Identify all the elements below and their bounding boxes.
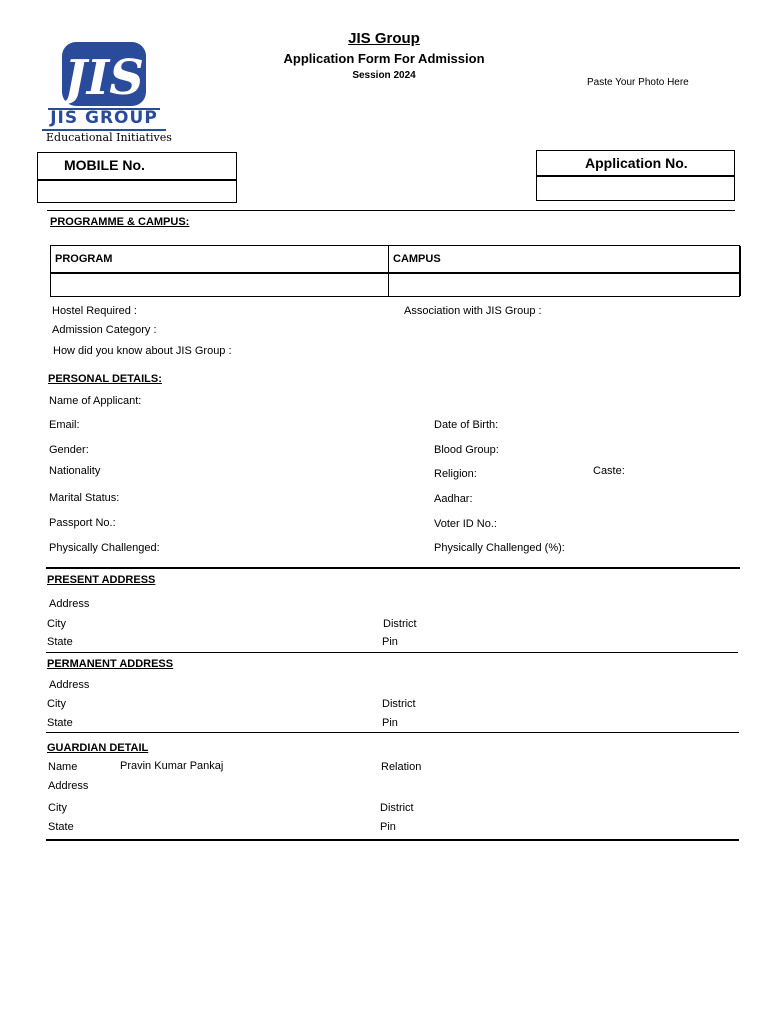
- permanent-state-label: State: [47, 717, 73, 729]
- programme-table: PROGRAM CAMPUS: [50, 245, 741, 297]
- mobile-label: MOBILE No.: [64, 157, 145, 173]
- guardian-pin-label: Pin: [380, 821, 396, 833]
- guardian-address-label: Address: [48, 780, 89, 792]
- hostel-label: Hostel Required :: [52, 305, 137, 317]
- logo-name: JIS GROUP: [50, 108, 158, 128]
- caste-label: Caste:: [593, 465, 625, 477]
- blood-group-label: Blood Group:: [434, 444, 499, 456]
- guardian-name-value[interactable]: Pravin Kumar Pankaj: [120, 760, 223, 772]
- passport-label: Passport No.:: [49, 517, 116, 529]
- personal-divider: [46, 567, 740, 569]
- form-title: JIS Group: [348, 30, 420, 47]
- application-box-divider: [537, 175, 734, 177]
- programme-table-col-divider: [388, 246, 389, 296]
- aadhar-label: Aadhar:: [434, 493, 473, 505]
- mobile-box: MOBILE No.: [37, 152, 237, 203]
- source-label: How did you know about JIS Group :: [53, 345, 232, 357]
- present-city-label: City: [47, 618, 66, 630]
- campus-header: CAMPUS: [393, 253, 441, 265]
- guardian-relation-label: Relation: [381, 761, 422, 773]
- programme-table-divider: [51, 272, 739, 274]
- guardian-name-label: Name: [48, 761, 78, 773]
- guardian-divider: [46, 839, 739, 841]
- nationality-label: Nationality: [49, 465, 101, 477]
- voter-id-label: Voter ID No.:: [434, 518, 497, 530]
- application-field[interactable]: [543, 179, 729, 197]
- dob-label: Date of Birth:: [434, 419, 499, 431]
- religion-label: Religion:: [434, 468, 477, 480]
- association-label: Association with JIS Group :: [404, 305, 542, 317]
- application-box: Application No.: [536, 150, 735, 201]
- mobile-field[interactable]: [44, 183, 230, 201]
- category-label: Admission Category :: [52, 324, 157, 336]
- permanent-divider: [46, 732, 739, 733]
- present-pin-label: Pin: [382, 636, 398, 648]
- header-divider: [47, 210, 735, 211]
- mobile-box-divider: [38, 179, 236, 181]
- permanent-city-label: City: [47, 698, 66, 710]
- campus-field[interactable]: [393, 277, 733, 295]
- permanent-pin-label: Pin: [382, 717, 398, 729]
- present-state-label: State: [47, 636, 73, 648]
- personal-heading: PERSONAL DETAILS:: [48, 373, 162, 385]
- marital-status-label: Marital Status:: [49, 492, 120, 504]
- applicant-name-label: Name of Applicant:: [49, 395, 142, 407]
- program-field[interactable]: [55, 277, 385, 295]
- permanent-district-label: District: [382, 698, 416, 710]
- present-divider: [46, 652, 738, 653]
- programme-heading: PROGRAMME & CAMPUS:: [50, 216, 190, 228]
- program-header: PROGRAM: [55, 253, 113, 265]
- present-address-label: Address: [49, 598, 90, 610]
- logo-tagline: Educational Initiatives: [46, 131, 172, 144]
- physically-challenged-label: Physically Challenged:: [49, 542, 160, 554]
- present-district-label: District: [383, 618, 417, 630]
- guardian-heading: GUARDIAN DETAIL: [47, 742, 149, 754]
- application-label: Application No.: [585, 155, 688, 171]
- email-label: Email:: [49, 419, 80, 431]
- permanent-address-heading: PERMANENT ADDRESS: [47, 658, 174, 670]
- programme-table-right-edge: [739, 246, 741, 296]
- form-subtitle: Application Form For Admission: [283, 51, 485, 66]
- gender-label: Gender:: [49, 444, 89, 456]
- present-address-heading: PRESENT ADDRESS: [47, 574, 156, 586]
- physically-challenged-pct-label: Physically Challenged (%):: [434, 542, 565, 554]
- guardian-district-label: District: [380, 802, 414, 814]
- photo-placeholder[interactable]: Paste Your Photo Here: [587, 77, 689, 88]
- guardian-city-label: City: [48, 802, 67, 814]
- guardian-state-label: State: [48, 821, 74, 833]
- permanent-address-label: Address: [49, 679, 90, 691]
